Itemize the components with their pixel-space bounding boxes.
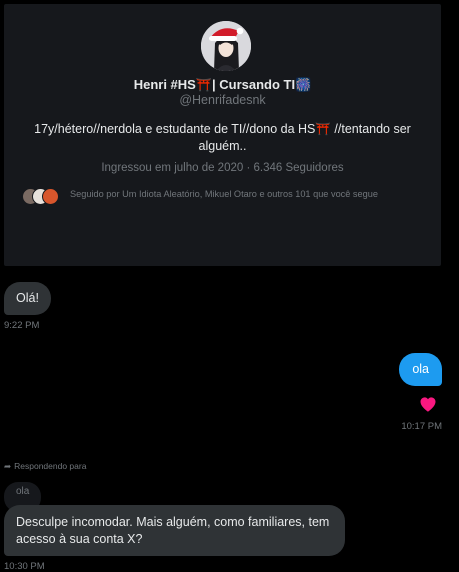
- replying-to-text: Respondendo para: [14, 461, 87, 471]
- profile-name[interactable]: Henri #HS⛩️| Cursando TI🎆: [4, 77, 441, 93]
- followed-by-row[interactable]: Seguido por Um Idiota Aleatório, Mikuel …: [22, 186, 432, 206]
- follower-avatar: [42, 188, 59, 205]
- profile-avatar[interactable]: [201, 21, 251, 71]
- profile-meta: Ingressou em julho de 2020 · 6.346 Segui…: [4, 162, 441, 174]
- profile-bio: 17y/hétero//nerdola e estudante de TI//d…: [34, 122, 411, 153]
- meta-separator: ·: [246, 162, 251, 174]
- message-bubble-incoming[interactable]: Olá!: [4, 282, 51, 315]
- profile-handle[interactable]: @Henrifadesnk: [4, 93, 441, 107]
- joined-date: Ingressou em julho de 2020: [101, 162, 244, 174]
- message-timestamp: 9:22 PM: [4, 320, 40, 331]
- message-text: Desculpe incomodar. Mais alguém, como fa…: [16, 515, 330, 546]
- quoted-message-text: ola: [16, 486, 30, 497]
- followers-count[interactable]: 6.346 Seguidores: [254, 162, 344, 174]
- message-timestamp: 10:17 PM: [401, 421, 442, 432]
- heart-reaction-icon[interactable]: [418, 394, 438, 414]
- profile-card[interactable]: Henri #HS⛩️| Cursando TI🎆 @Henrifadesnk …: [4, 4, 441, 266]
- reply-arrow-icon: ➦: [4, 461, 12, 471]
- message-text: ola: [412, 362, 429, 376]
- avatar-image: [201, 21, 251, 71]
- message-bubble-outgoing[interactable]: ola: [399, 353, 442, 386]
- followed-by-text: Seguido por Um Idiota Aleatório, Mikuel …: [70, 189, 378, 199]
- message-text: Olá!: [16, 291, 39, 305]
- message-bubble-incoming[interactable]: Desculpe incomodar. Mais alguém, como fa…: [4, 505, 345, 556]
- replying-to-label: ➦ Respondendo para: [4, 461, 86, 472]
